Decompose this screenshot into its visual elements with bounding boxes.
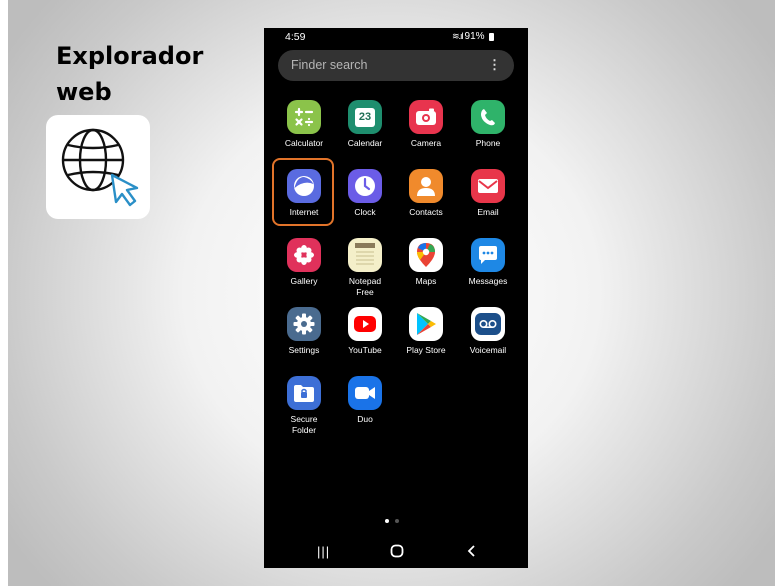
app-label: Messages (468, 276, 508, 286)
youtube-icon (348, 307, 382, 341)
calendar-icon: 23 (348, 100, 382, 134)
internet-icon (287, 169, 321, 203)
more-vert-icon[interactable]: ⋮ (488, 57, 501, 73)
settings-icon (287, 307, 321, 341)
slide-title: Explorador web (56, 38, 256, 110)
search-placeholder[interactable]: Finder search (291, 58, 367, 72)
calculator-icon (287, 100, 321, 134)
phone-icon (471, 100, 505, 134)
page-dot[interactable] (395, 519, 399, 523)
app-label-line2: Folder (291, 425, 317, 435)
app-label-line2: Free (356, 287, 374, 297)
app-clock[interactable]: Clock (334, 169, 396, 218)
voicemail-badge (475, 313, 501, 335)
finder-search-bar[interactable]: Finder search ⋮ (278, 50, 514, 81)
app-maps[interactable]: Maps (395, 238, 457, 287)
app-notepad-free[interactable]: Notepad Free (334, 238, 396, 298)
app-settings[interactable]: Settings (273, 307, 335, 356)
app-gallery[interactable]: Gallery (273, 238, 335, 287)
app-label: Camera (410, 138, 442, 148)
app-play-store[interactable]: Play Store (395, 307, 457, 356)
app-label: Internet (289, 207, 319, 217)
app-label: Calculator (284, 138, 324, 148)
contacts-icon (409, 169, 443, 203)
phone-screen: 4:59 ≋.ıl 91% Finder search ⋮ Calculator… (264, 28, 528, 568)
status-time: 4:59 (285, 31, 306, 43)
app-phone[interactable]: Phone (457, 100, 519, 149)
app-label: Secure Folder (273, 414, 335, 436)
app-label: Settings (288, 345, 320, 355)
app-label-line1: Notepad (348, 276, 382, 286)
app-label: Notepad Free (334, 276, 396, 298)
gallery-icon (287, 238, 321, 272)
app-label-line1: Secure (290, 414, 318, 424)
duo-icon (348, 376, 382, 410)
page-indicator (385, 519, 399, 523)
maps-icon (409, 238, 443, 272)
app-label: Maps (415, 276, 437, 286)
app-duo[interactable]: Duo (334, 376, 396, 425)
navigation-bar: ||| (264, 536, 528, 568)
app-label: Phone (475, 138, 501, 148)
app-voicemail[interactable]: Voicemail (457, 307, 519, 356)
wifi-signal-icon: ≋.ıl (452, 31, 464, 41)
slide-title-line2: web (56, 78, 112, 106)
app-contacts[interactable]: Contacts (395, 169, 457, 218)
status-indicators: ≋.ıl 91% (452, 31, 494, 42)
app-label: Calendar (347, 138, 383, 148)
app-camera[interactable]: Camera (395, 100, 457, 149)
app-label: Duo (357, 414, 373, 424)
app-calculator[interactable]: Calculator (273, 100, 335, 149)
app-label: Gallery (290, 276, 318, 286)
globe-cursor-icon (46, 115, 150, 219)
app-label: Contacts (409, 207, 443, 217)
app-youtube[interactable]: YouTube (334, 307, 396, 356)
app-internet[interactable]: Internet (273, 169, 335, 218)
messages-icon (471, 238, 505, 272)
play-store-icon (409, 307, 443, 341)
app-label: YouTube (348, 345, 382, 355)
page-dot-active (385, 519, 389, 523)
app-messages[interactable]: Messages (457, 238, 519, 287)
recents-icon[interactable]: ||| (317, 544, 330, 559)
calendar-date: 23 (355, 107, 375, 127)
slide-title-line1: Explorador (56, 42, 204, 70)
clock-icon (348, 169, 382, 203)
back-icon[interactable] (466, 544, 476, 561)
app-secure-folder[interactable]: Secure Folder (273, 376, 335, 436)
app-label: Voicemail (469, 345, 507, 355)
secure-folder-icon (287, 376, 321, 410)
app-calendar[interactable]: 23 Calendar (334, 100, 396, 149)
battery-percent: 91% (464, 31, 485, 42)
app-email[interactable]: Email (457, 169, 519, 218)
app-label: Clock (354, 207, 376, 217)
voicemail-icon (471, 307, 505, 341)
app-label: Play Store (406, 345, 446, 355)
notepad-icon (348, 238, 382, 272)
camera-icon (409, 100, 443, 134)
battery-icon (488, 32, 494, 41)
home-icon[interactable] (390, 544, 404, 561)
email-icon (471, 169, 505, 203)
app-label: Email (477, 207, 499, 217)
